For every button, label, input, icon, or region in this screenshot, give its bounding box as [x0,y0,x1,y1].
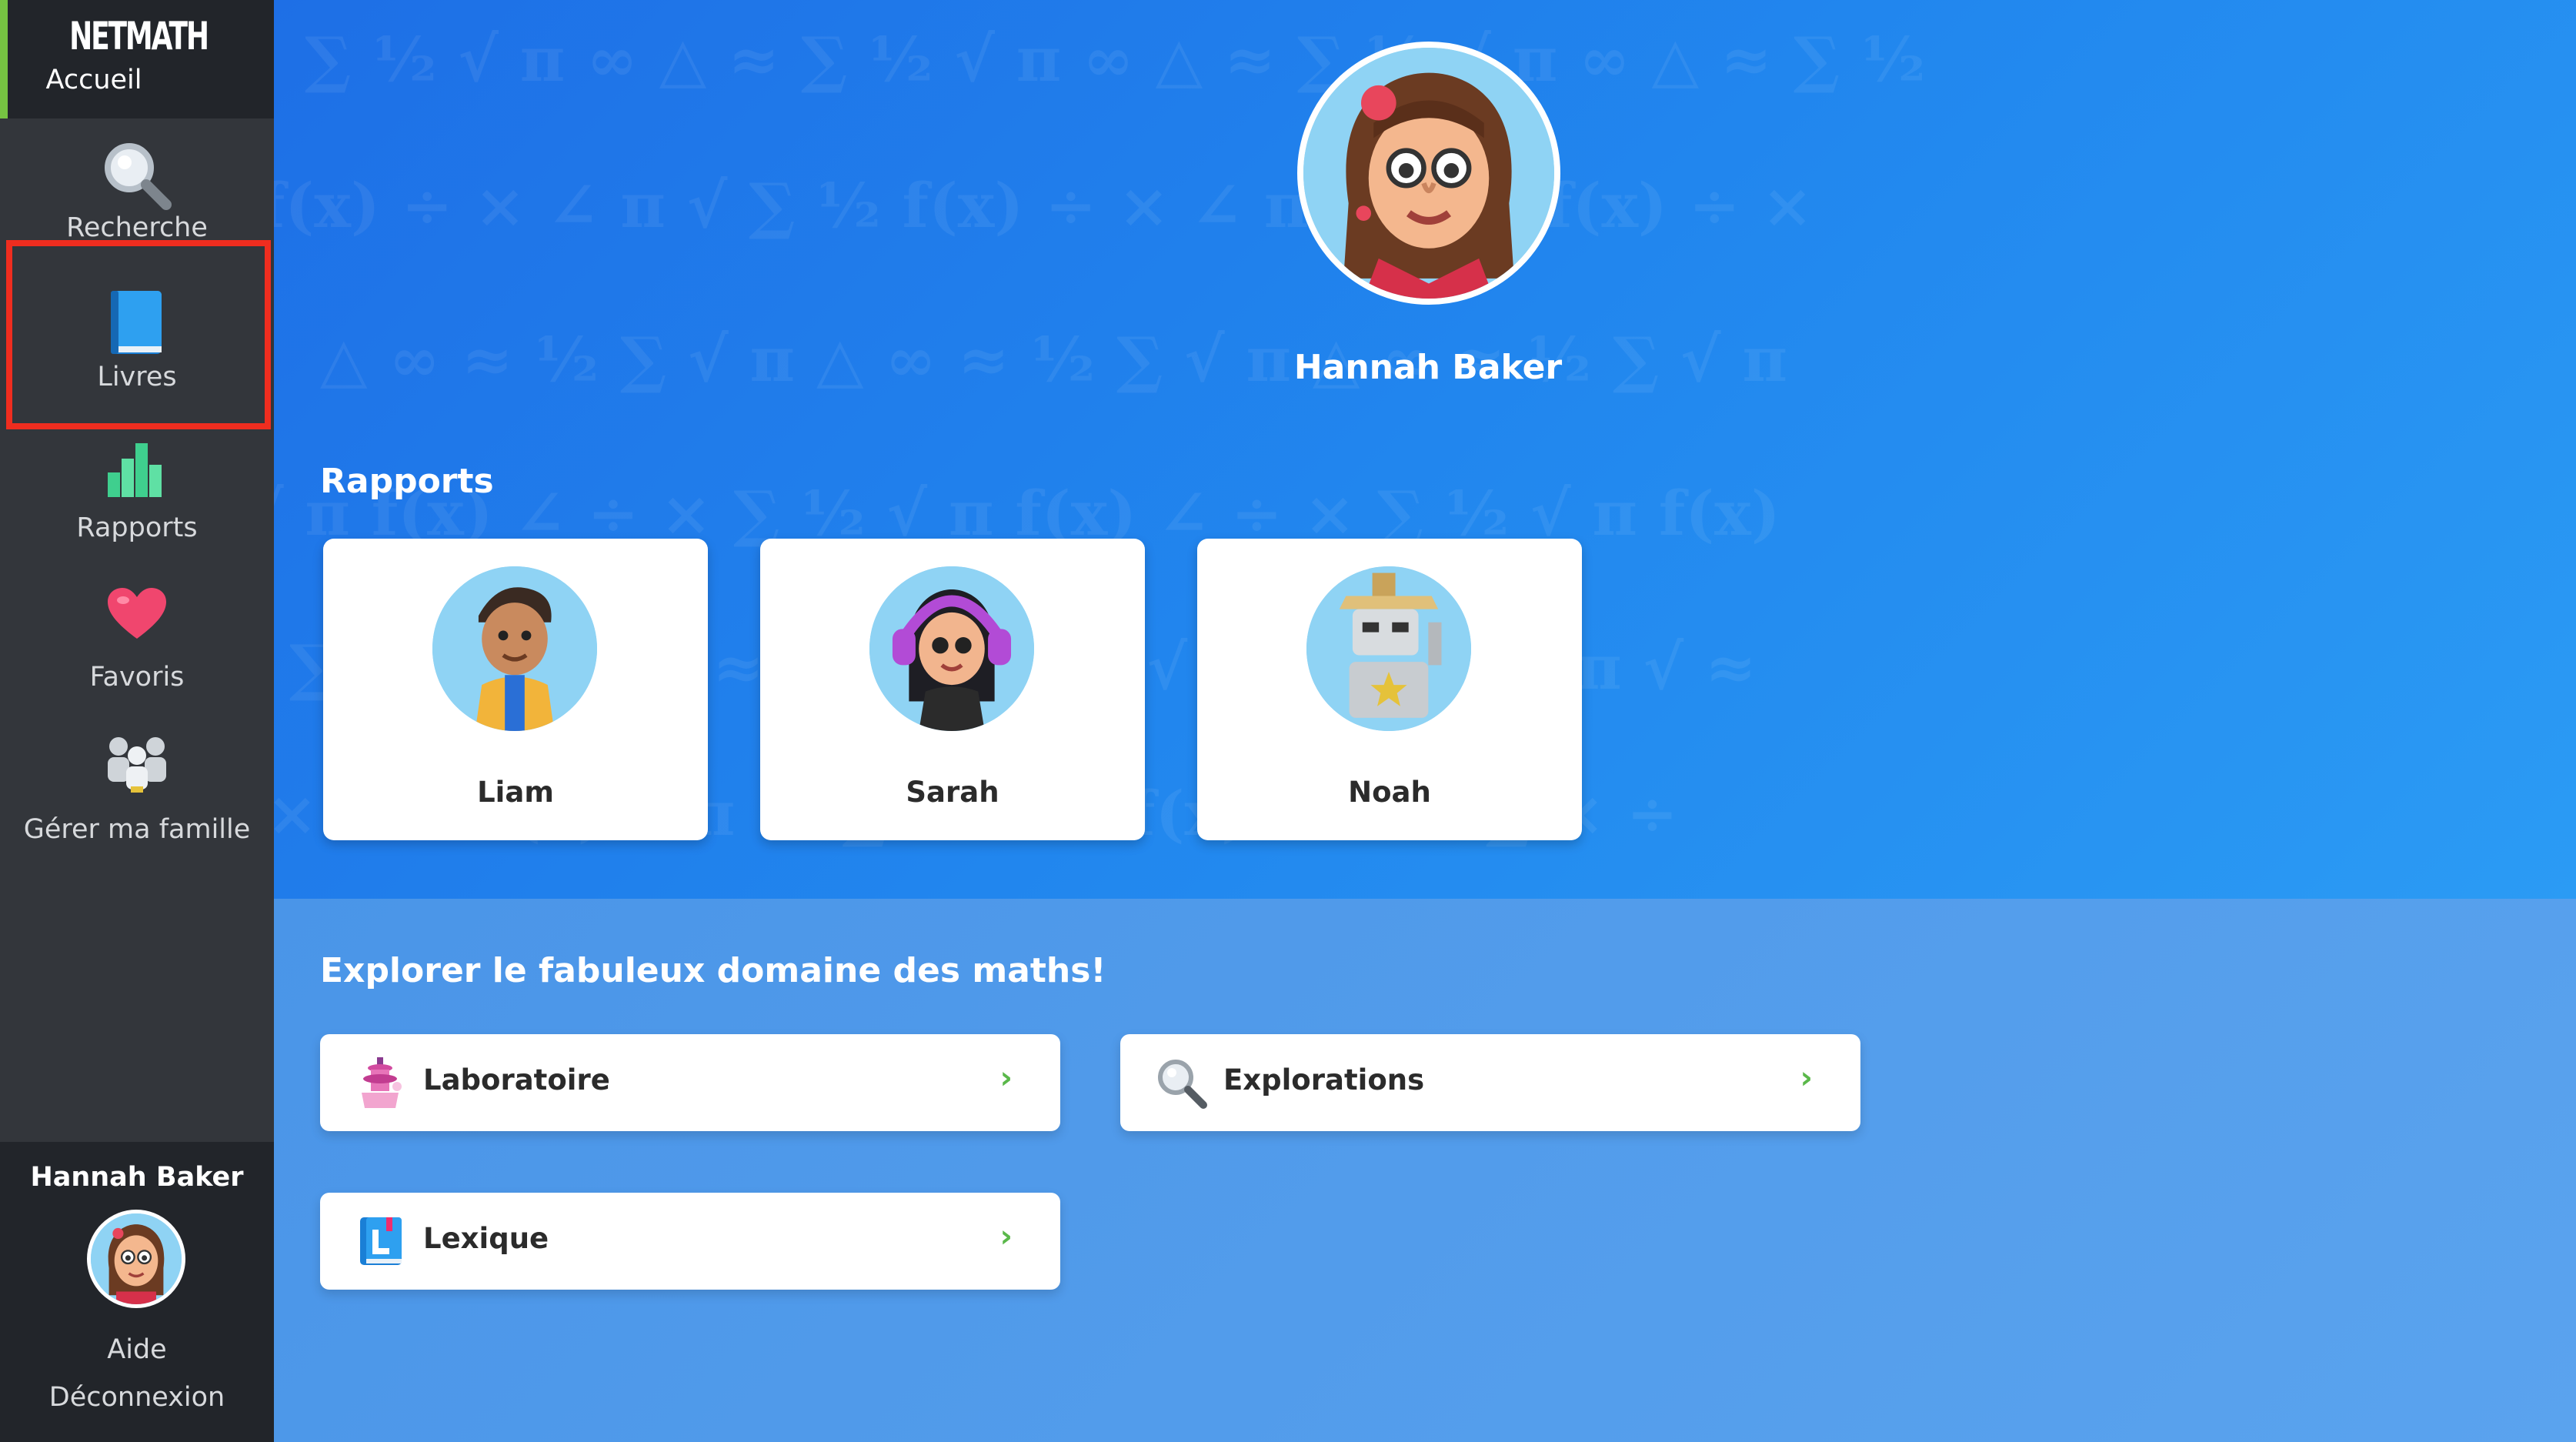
lab-tower-icon [362,1057,402,1108]
child-card-noah[interactable]: Noah [1197,539,1582,840]
link-explorations[interactable]: Explorations › [1120,1034,1860,1131]
background-pattern: ∑ ½ √ π ∞ △ ≈ ∑ ½ √ π ∞ △ ≈ ∑ ½ √ π ∞ △ … [305,23,1926,95]
avatar[interactable] [87,1210,185,1308]
heart-icon [108,588,166,639]
reports-section-title: Rapports [320,462,494,501]
child-name: Liam [477,776,554,809]
link-lexique[interactable]: Lexique › [320,1193,1060,1290]
user-avatar-illustration [91,1213,182,1304]
child-card-sarah[interactable]: Sarah [760,539,1145,840]
avatar [432,566,597,731]
sidebar-item-label: Favoris [89,662,185,693]
sidebar-item-label: Recherche [66,212,208,243]
user-name: Hannah Baker [30,1162,244,1193]
bar-chart-icon [108,443,162,497]
link-laboratoire[interactable]: Laboratoire › [320,1034,1060,1131]
noah-robot-avatar-illustration [1306,566,1471,731]
profile-avatar [1297,42,1560,305]
highlight-annotation-box [6,240,271,429]
chevron-right-icon: › [999,1060,1013,1096]
profile-name: Hannah Baker [1293,348,1563,387]
background-pattern: f(x) ÷ × ∠ π √ ∑ ½ f(x) ÷ × ∠ π √ ∑ ½ f(… [274,169,1814,242]
child-name: Noah [1348,776,1431,809]
link-label: Laboratoire [423,1063,610,1097]
home-label: Accueil [45,65,142,95]
profile-avatar-illustration [1303,48,1554,299]
sidebar: NETMATH Accueil Recherche Livres Rapport… [0,0,274,1442]
chevron-right-icon: › [999,1219,1013,1254]
sidebar-user-panel: Hannah Baker Aide Déconnexion [0,1142,274,1442]
magnifier-icon [105,143,172,210]
avatar [1306,566,1471,731]
sidebar-item-favoris[interactable]: Favoris [0,585,274,700]
sidebar-item-label: Gérer ma famille [23,814,251,845]
main-content: ∑ ½ √ π ∞ △ ≈ ∑ ½ √ π ∞ △ ≈ ∑ ½ √ π ∞ △ … [274,0,2576,1442]
child-card-liam[interactable]: Liam [323,539,708,840]
sidebar-item-recherche[interactable]: Recherche [0,128,274,243]
logout-link[interactable]: Déconnexion [0,1382,274,1413]
family-icon [108,737,166,793]
child-name: Sarah [906,776,999,809]
link-label: Lexique [423,1222,549,1255]
brand-home-link[interactable]: NETMATH Accueil [0,0,274,118]
sarah-avatar-illustration [869,566,1034,731]
lexicon-book-icon [360,1217,402,1265]
link-label: Explorations [1223,1063,1425,1097]
avatar [869,566,1034,731]
liam-avatar-illustration [432,566,597,731]
explore-section-title: Explorer le fabuleux domaine des maths! [320,951,1106,990]
sidebar-item-gerer-famille[interactable]: Gérer ma famille [0,731,274,854]
help-link[interactable]: Aide [0,1334,274,1365]
sidebar-item-label: Rapports [76,512,198,543]
sidebar-item-rapports[interactable]: Rapports [0,431,274,554]
chevron-right-icon: › [1800,1060,1813,1096]
magnifier-icon [1158,1060,1207,1109]
active-indicator [0,0,8,118]
netmath-logo: NETMATH [69,14,209,58]
